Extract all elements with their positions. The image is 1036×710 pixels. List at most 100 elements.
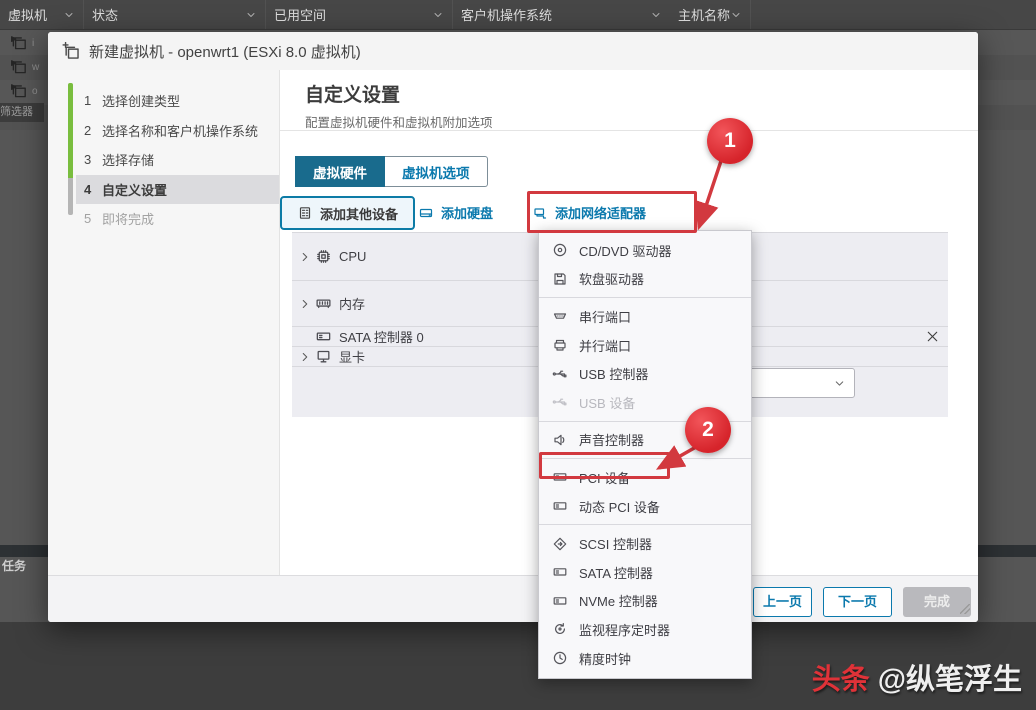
step-label: 选择创建类型 (102, 91, 180, 110)
menu-item-label: 精度时钟 (579, 649, 631, 668)
step-number: 2 (84, 123, 102, 138)
divider (280, 130, 978, 131)
new-vm-wizard-dialog: 新建虚拟机 - openwrt1 (ESXi 8.0 虚拟机) 1 选择创建类型… (48, 32, 978, 622)
dialog-titlebar: 新建虚拟机 - openwrt1 (ESXi 8.0 虚拟机) (48, 32, 978, 70)
device-icon (297, 205, 313, 221)
menu-item[interactable]: 软盘驱动器 (539, 265, 751, 294)
prev-button[interactable]: 上一页 (753, 587, 812, 617)
close-icon[interactable] (925, 329, 940, 344)
vm-list-item[interactable]: i (10, 34, 34, 52)
annotation-rect-pci-device (539, 452, 670, 479)
card-icon (552, 498, 568, 514)
step-label: 选择名称和客户机操作系统 (102, 121, 258, 140)
toolbar-action-label: 添加硬盘 (441, 203, 493, 222)
step-number: 1 (84, 93, 102, 108)
menu-item[interactable]: 精度时钟 (539, 644, 751, 673)
menu-item-label: 动态 PCI 设备 (579, 497, 660, 516)
menu-item[interactable]: 并行端口 (539, 331, 751, 360)
step-number: 4 (84, 182, 102, 197)
step-label: 自定义设置 (102, 180, 167, 199)
dialog-footer: 上一页 下一页 完成 (48, 575, 978, 622)
caret-down-icon[interactable] (63, 9, 75, 21)
annotation-badge-1: 1 (707, 118, 753, 164)
watermark-handle: @纵笔浮生 (878, 664, 1022, 696)
usb-icon (552, 366, 568, 382)
menu-item[interactable]: SATA 控制器 (539, 558, 751, 587)
wizard-step[interactable]: 2 选择名称和客户机操作系统 (76, 116, 279, 146)
scsi-icon (552, 536, 568, 552)
filter-label[interactable]: 筛选器 (0, 103, 44, 122)
hardware-label: 内存 (339, 294, 365, 313)
annotation-rect-add-other-device (527, 191, 697, 233)
menu-item[interactable]: SCSI 控制器 (539, 529, 751, 558)
step-label: 即将完成 (102, 209, 154, 228)
disk-icon (418, 205, 434, 221)
table-column-header[interactable]: 主机名称 (670, 0, 751, 29)
menu-item[interactable]: CD/DVD 驱动器 (539, 236, 751, 265)
wizard-steps-panel: 1 选择创建类型 2 选择名称和客户机操作系统 3 选择存储 4 自定义设置 5… (48, 70, 280, 575)
resize-grip[interactable] (960, 604, 970, 614)
menu-item-label: 并行端口 (579, 336, 631, 355)
chevron-right-icon[interactable] (298, 350, 312, 364)
menu-item-label: SATA 控制器 (579, 563, 653, 582)
caret-down-icon[interactable] (245, 9, 257, 21)
toolbar-action[interactable]: 添加其他设备 (280, 196, 415, 230)
column-label: 虚拟机 (8, 5, 47, 24)
step-label: 选择存储 (102, 150, 154, 169)
step-number: 3 (84, 152, 102, 167)
tab[interactable]: 虚拟硬件 (295, 156, 385, 187)
next-button[interactable]: 下一页 (823, 587, 892, 617)
caret-down-icon[interactable] (432, 9, 444, 21)
caret-down-icon[interactable] (730, 9, 742, 21)
menu-item-label: NVMe 控制器 (579, 591, 658, 610)
vm-list-item[interactable]: w (10, 58, 39, 76)
page-subtitle: 配置虚拟机硬件和虚拟机附加选项 (305, 112, 493, 131)
settings-tabs: 虚拟硬件 虚拟机选项 (295, 156, 488, 187)
wizard-step[interactable]: 3 选择存储 (76, 145, 279, 175)
tab[interactable]: 虚拟机选项 (385, 156, 488, 187)
column-label: 已用空间 (274, 5, 326, 24)
menu-item-label: 监视程序定时器 (579, 620, 670, 639)
menu-divider (539, 524, 751, 525)
menu-item-label: CD/DVD 驱动器 (579, 241, 671, 260)
table-column-header[interactable]: 虚拟机 (0, 0, 84, 29)
chevron-right-icon[interactable] (298, 297, 312, 311)
menu-item[interactable]: 动态 PCI 设备 (539, 492, 751, 521)
table-column-header[interactable]: 已用空间 (266, 0, 453, 29)
cd-icon (552, 242, 568, 258)
watermark-brand: 头条 (812, 664, 870, 696)
page-title: 自定义设置 (305, 80, 400, 107)
vm-list-item[interactable]: o (10, 82, 38, 100)
parallel-icon (552, 337, 568, 353)
card-icon (315, 328, 332, 345)
menu-item-label: 声音控制器 (579, 430, 644, 449)
caret-down-icon[interactable] (650, 9, 662, 21)
memory-icon (315, 295, 332, 312)
vm-icon (10, 34, 28, 52)
toolbar-action[interactable]: 添加硬盘 (418, 203, 493, 222)
table-column-header[interactable]: 状态 (84, 0, 266, 29)
vm-icon (10, 82, 28, 100)
vm-add-icon (62, 42, 81, 61)
column-label: 状态 (92, 5, 118, 24)
recent-tasks-label[interactable]: 任务 (2, 557, 46, 574)
chevron-right-icon[interactable] (298, 250, 312, 264)
toolbar-action-label: 添加其他设备 (320, 204, 398, 223)
tab-label: 虚拟硬件 (313, 162, 367, 182)
menu-item-label: USB 设备 (579, 393, 635, 412)
menu-item[interactable]: 串行端口 (539, 302, 751, 331)
wizard-steps: 1 选择创建类型 2 选择名称和客户机操作系统 3 选择存储 4 自定义设置 5… (48, 86, 279, 234)
menu-item[interactable]: USB 控制器 (539, 359, 751, 388)
vm-table-header: 虚拟机 状态 已用空间 客户机操作系统 主机名称 (0, 0, 1036, 30)
menu-item-label: USB 控制器 (579, 364, 648, 383)
wizard-step[interactable]: 1 选择创建类型 (76, 86, 279, 116)
menu-item[interactable]: NVMe 控制器 (539, 587, 751, 616)
wizard-step[interactable]: 5 即将完成 (76, 204, 279, 234)
watchdog-icon (552, 621, 568, 637)
hardware-label: 显卡 (339, 347, 365, 366)
menu-item[interactable]: 监视程序定时器 (539, 615, 751, 644)
table-column-header[interactable]: 客户机操作系统 (453, 0, 670, 29)
menu-item-label: 串行端口 (579, 307, 631, 326)
tab-label: 虚拟机选项 (402, 162, 470, 182)
wizard-step[interactable]: 4 自定义设置 (76, 175, 279, 205)
